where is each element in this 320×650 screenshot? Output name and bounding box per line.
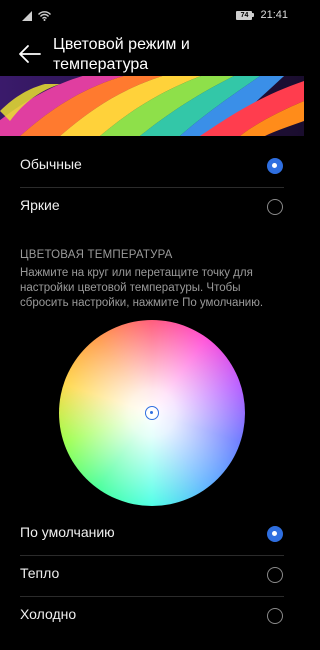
temperature-warm-option[interactable]: Тепло (0, 555, 304, 595)
page-title: Цветовой режим и температура (53, 36, 190, 73)
section-description: Нажмите на круг или перетащите точку для… (20, 267, 264, 309)
status-bar: 74 21:41 (0, 0, 304, 34)
wheel-handle-icon[interactable] (145, 406, 159, 420)
radio-unselected-icon[interactable] (267, 199, 283, 215)
radio-selected-icon[interactable] (267, 526, 283, 542)
option-label: Яркие (20, 197, 60, 213)
battery-icon: 74 (236, 10, 255, 20)
back-arrow-icon[interactable] (18, 44, 42, 64)
option-label: По умолчанию (20, 524, 115, 540)
status-left (22, 11, 51, 21)
option-label: Тепло (20, 565, 60, 581)
clock: 21:41 (260, 9, 288, 21)
temperature-default-option[interactable]: По умолчанию (0, 514, 304, 554)
option-label: Обычные (20, 156, 82, 172)
signal-icon (22, 11, 32, 21)
wifi-icon (38, 11, 51, 21)
color-mode-normal-option[interactable]: Обычные (0, 146, 304, 186)
option-label: Холодно (20, 606, 77, 622)
radio-unselected-icon[interactable] (267, 608, 283, 624)
battery-level: 74 (236, 10, 253, 20)
app-header: Цветовой режим и температура (0, 34, 304, 76)
color-temperature-wheel[interactable] (59, 320, 245, 506)
color-mode-vivid-option[interactable]: Яркие (0, 187, 304, 227)
radio-unselected-icon[interactable] (267, 567, 283, 583)
temperature-cold-option[interactable]: Холодно (0, 596, 304, 636)
section-title: ЦВЕТОВАЯ ТЕМПЕРАТУРА (20, 249, 173, 261)
rainbow-banner-image (0, 76, 304, 136)
radio-selected-icon[interactable] (267, 158, 283, 174)
status-right: 74 21:41 (236, 9, 288, 21)
